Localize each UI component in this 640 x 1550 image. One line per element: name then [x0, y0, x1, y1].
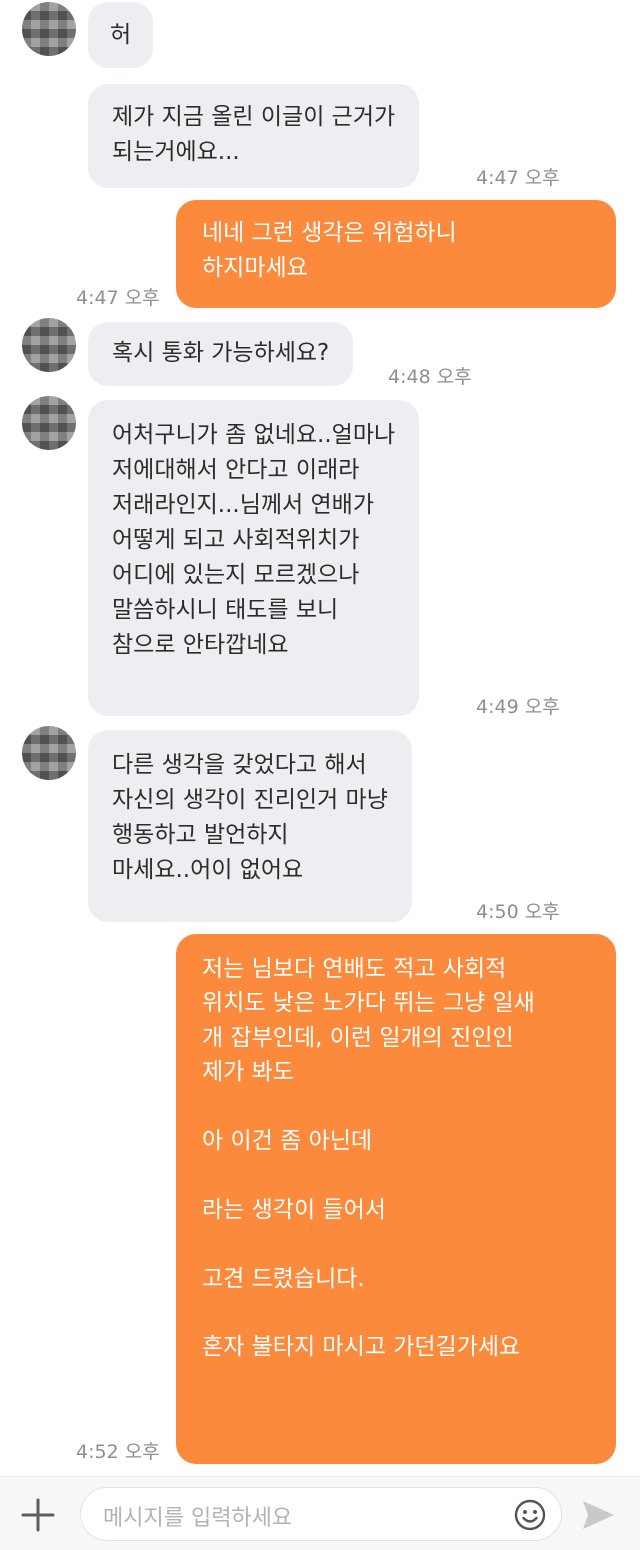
sender-avatar[interactable] — [22, 726, 76, 780]
plus-icon[interactable] — [18, 1495, 58, 1535]
message-input[interactable]: 메시지를 입력하세요 — [80, 1487, 562, 1541]
message-composer: 메시지를 입력하세요 — [0, 1476, 640, 1550]
incoming-message: 어처구니가 좀 없네요..얼마나 저에대해서 안다고 이래라 저래라인지...님… — [88, 400, 420, 716]
send-icon[interactable] — [578, 1495, 618, 1535]
smiley-icon[interactable] — [513, 1498, 547, 1532]
message-input-placeholder: 메시지를 입력하세요 — [103, 1506, 293, 1531]
message-time: 4:50 오후 — [476, 901, 560, 923]
outgoing-message: 네네 그런 생각은 위험하니 하지마세요 — [176, 200, 616, 308]
sender-avatar[interactable] — [22, 396, 76, 450]
sender-avatar[interactable] — [22, 318, 76, 372]
chat-area: 허 제가 지금 올린 이글이 근거가 되는거에요... 4:47 오후 네네 그… — [0, 0, 640, 1476]
message-time: 4:48 오후 — [388, 366, 472, 388]
message-time: 4:49 오후 — [476, 696, 560, 718]
outgoing-message: 저는 님보다 연배도 적고 사회적 위치도 낮은 노가다 뛰는 그냥 일새 개 … — [176, 934, 616, 1464]
incoming-message: 제가 지금 올린 이글이 근거가 되는거에요... — [88, 84, 420, 188]
incoming-message: 다른 생각을 갖었다고 해서 자신의 생각이 진리인거 마냥 행동하고 발언하지… — [88, 730, 412, 922]
message-time: 4:52 오후 — [76, 1441, 160, 1463]
message-time: 4:47 오후 — [476, 167, 560, 189]
incoming-message: 허 — [88, 2, 154, 68]
incoming-message: 혹시 통화 가능하세요? — [88, 322, 354, 386]
sender-avatar[interactable] — [22, 2, 76, 56]
message-time: 4:47 오후 — [76, 287, 160, 309]
